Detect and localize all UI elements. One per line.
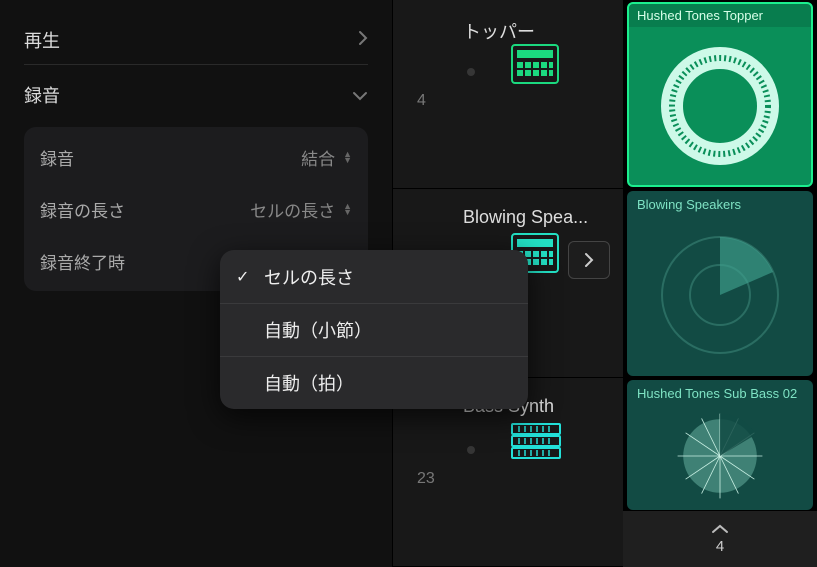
- setting-value-text: セルの長さ: [250, 197, 335, 222]
- chevron-right-icon: [358, 30, 368, 51]
- cell-title: Hushed Tones Topper: [629, 4, 811, 27]
- setting-label: 録音: [40, 145, 74, 170]
- track-indicator-dot: [467, 446, 475, 454]
- popup-option-auto-bars[interactable]: 自動（小節）: [220, 303, 528, 356]
- chevron-down-icon: [352, 85, 368, 106]
- setting-label: 録音の長さ: [40, 197, 125, 222]
- playback-label: 再生: [24, 27, 60, 53]
- track-expand-button[interactable]: [568, 241, 610, 279]
- record-section-header[interactable]: 録音: [24, 73, 368, 117]
- cells-column: Hushed Tones Topper Blowing Speakers Hus…: [623, 0, 817, 567]
- track-number: 23: [417, 470, 435, 488]
- popup-option-cell-length[interactable]: セルの長さ: [220, 250, 528, 303]
- setting-record-mode[interactable]: 録音 結合 ▲▼: [40, 131, 352, 183]
- record-length-popup: セルの長さ 自動（小節） 自動（拍）: [220, 250, 528, 409]
- track-number: 4: [417, 92, 426, 110]
- setting-value: 結合 ▲▼: [301, 145, 352, 170]
- track-name: Blowing Spea...: [463, 207, 614, 228]
- cell[interactable]: Blowing Speakers: [627, 191, 813, 376]
- synth-rack-icon: [511, 422, 559, 462]
- chevron-up-icon: [710, 524, 730, 534]
- popup-option-auto-beats[interactable]: 自動（拍）: [220, 356, 528, 409]
- track-name: トッパー: [463, 18, 614, 44]
- cell[interactable]: Hushed Tones Sub Bass 02: [627, 380, 813, 510]
- setting-record-length[interactable]: 録音の長さ セルの長さ ▲▼: [40, 183, 352, 235]
- cell[interactable]: Hushed Tones Topper: [627, 2, 813, 187]
- waveform-icon: [629, 26, 811, 185]
- divider: [24, 64, 368, 65]
- radial-waveform-icon: [629, 404, 811, 508]
- popup-option-label: 自動（小節）: [264, 317, 372, 343]
- drum-machine-icon: [511, 44, 559, 84]
- track-row[interactable]: トッパー 4: [393, 0, 624, 189]
- cell-title: Blowing Speakers: [629, 193, 811, 216]
- setting-value-text: 結合: [301, 145, 335, 170]
- radial-progress-icon: [629, 215, 811, 374]
- playback-section-header[interactable]: 再生: [24, 18, 368, 62]
- track-indicator-dot: [467, 68, 475, 76]
- record-label: 録音: [24, 82, 60, 108]
- scene-selector[interactable]: 4: [623, 511, 817, 567]
- stepper-icon: ▲▼: [343, 151, 352, 163]
- scene-number: 4: [716, 538, 724, 555]
- setting-value: セルの長さ ▲▼: [250, 197, 352, 222]
- setting-label: 録音終了時: [40, 249, 125, 274]
- stepper-icon: ▲▼: [343, 203, 352, 215]
- chevron-right-icon: [584, 252, 594, 268]
- popup-option-label: 自動（拍）: [264, 370, 354, 396]
- popup-option-label: セルの長さ: [264, 264, 354, 290]
